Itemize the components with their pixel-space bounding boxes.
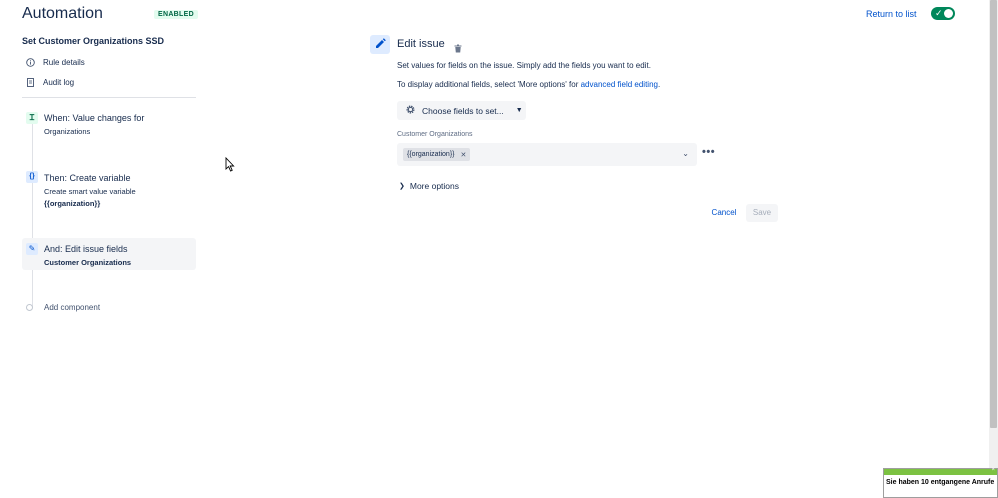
scrollbar-thumb[interactable] xyxy=(990,0,997,428)
advanced-editing-hint: To display additional fields, select 'Mo… xyxy=(397,80,660,89)
more-actions-icon[interactable]: ••• xyxy=(702,146,715,158)
sidebar-divider xyxy=(22,97,196,98)
selected-value-tag: {{organization}} ✕ xyxy=(403,148,471,161)
braces-icon: {} xyxy=(26,171,38,183)
chevron-down-icon[interactable]: ⌄ xyxy=(682,149,689,158)
hint-text: To display additional fields, select 'Mo… xyxy=(397,80,581,89)
rule-step-create-variable[interactable]: {} Then: Create variable Create smart va… xyxy=(22,166,196,210)
step-subtitle: Organizations xyxy=(44,127,91,136)
choose-fields-button[interactable]: Choose fields to set... ▼ xyxy=(397,101,526,120)
rule-details-label: Rule details xyxy=(43,58,85,67)
save-button[interactable]: Save xyxy=(746,204,778,222)
hint-suffix: . xyxy=(657,80,661,89)
missed-calls-notification[interactable]: × Sie haben 10 entgangene Anrufe xyxy=(883,467,998,498)
chevron-right-icon: ❯ xyxy=(399,183,405,190)
rule-details-link[interactable]: Rule details xyxy=(26,58,85,67)
add-component-label: Add component xyxy=(44,303,101,312)
cancel-button[interactable]: Cancel xyxy=(706,204,742,222)
mouse-cursor-icon xyxy=(225,156,235,177)
status-badge: ENABLED xyxy=(154,10,198,19)
notification-header-bar: × xyxy=(884,467,997,475)
pencil-icon xyxy=(370,35,390,54)
trash-icon[interactable] xyxy=(454,40,462,58)
tag-label: {{organization}} xyxy=(407,151,455,158)
customer-organizations-select[interactable]: {{organization}} ✕ ⌄ xyxy=(397,143,697,166)
gear-icon xyxy=(405,104,416,117)
chevron-down-icon: ▼ xyxy=(515,107,523,114)
close-icon[interactable]: × xyxy=(991,467,995,473)
audit-log-link[interactable]: Audit log xyxy=(26,78,74,87)
toggle-knob xyxy=(944,9,953,18)
pencil-icon: ✎ xyxy=(26,243,38,255)
add-component-button[interactable]: Add component xyxy=(26,303,100,312)
field-label: Customer Organizations xyxy=(397,131,473,138)
more-options-label: More options xyxy=(409,181,460,191)
rule-step-trigger[interactable]: Ɪ When: Value changes for Organizations xyxy=(22,108,196,140)
notification-text: Sie haben 10 entgangene Anrufe xyxy=(886,479,995,486)
step-title: Then: Create variable xyxy=(44,173,131,183)
advanced-field-editing-link[interactable]: advanced field editing xyxy=(581,80,658,89)
circle-icon xyxy=(26,304,33,311)
step-subtitle: Create smart value variable xyxy=(44,187,136,196)
remove-tag-icon[interactable]: ✕ xyxy=(461,151,467,159)
trigger-icon: Ɪ xyxy=(26,112,38,124)
return-to-list-link[interactable]: Return to list xyxy=(866,9,917,19)
steps-connector-line xyxy=(32,115,33,307)
component-description: Set values for fields on the issue. Simp… xyxy=(397,61,651,70)
step-variable-name: {{organization}} xyxy=(44,199,101,208)
rule-step-edit-issue[interactable]: ✎ And: Edit issue fields Customer Organi… xyxy=(22,238,196,270)
audit-log-label: Audit log xyxy=(43,78,75,87)
check-icon: ✓ xyxy=(935,8,943,18)
step-title: And: Edit issue fields xyxy=(44,244,128,254)
rule-enabled-toggle[interactable]: ✓ xyxy=(931,7,955,20)
step-field-name: Customer Organizations xyxy=(44,258,132,267)
info-icon xyxy=(26,58,35,67)
rule-name: Set Customer Organizations SSD xyxy=(22,36,165,46)
page-title: Automation xyxy=(22,5,103,22)
document-icon xyxy=(26,78,35,87)
component-title: Edit issue xyxy=(397,38,445,50)
step-title: When: Value changes for xyxy=(44,113,145,123)
choose-fields-label: Choose fields to set... xyxy=(422,105,504,116)
more-options-toggle[interactable]: ❯ More options xyxy=(399,181,459,191)
